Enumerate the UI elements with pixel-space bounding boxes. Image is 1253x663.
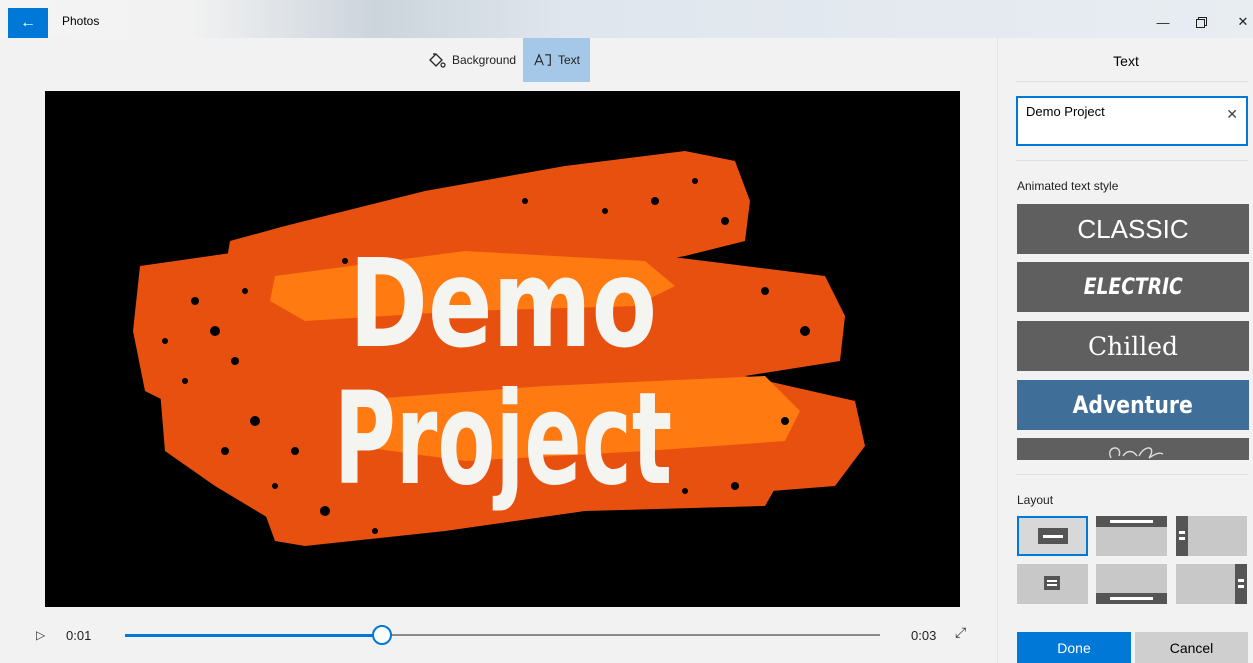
layout-line bbox=[1179, 531, 1185, 534]
layout-block bbox=[1044, 576, 1060, 590]
layout-right-bar[interactable] bbox=[1176, 564, 1247, 604]
text-button[interactable]: Text bbox=[523, 38, 590, 82]
layout-center-large[interactable] bbox=[1017, 516, 1088, 556]
restore-button[interactable] bbox=[1184, 10, 1218, 34]
end-time: 0:03 bbox=[911, 628, 937, 643]
layout-line bbox=[1047, 584, 1057, 586]
style-chilled-label: Chilled bbox=[1087, 331, 1178, 361]
layout-top-banner[interactable] bbox=[1096, 516, 1167, 556]
style-classic-label: CLASSIC bbox=[1077, 213, 1189, 244]
seek-thumb[interactable] bbox=[371, 625, 392, 645]
text-box-icon bbox=[534, 53, 551, 66]
layout-left-bar[interactable] bbox=[1176, 516, 1247, 556]
style-adventure-label: Adventure bbox=[1072, 391, 1194, 419]
layout-block bbox=[1176, 516, 1188, 556]
background-label: Background bbox=[452, 53, 517, 67]
layout-bottom-banner[interactable] bbox=[1096, 564, 1167, 604]
editor-area: Background Text Demo Project ▷ 0:01 0:03… bbox=[0, 38, 997, 663]
restore-icon bbox=[1195, 16, 1207, 28]
paint-bucket-icon bbox=[429, 53, 446, 68]
layout-line bbox=[1043, 535, 1063, 538]
app-title: Photos bbox=[62, 14, 100, 28]
layout-line bbox=[1238, 585, 1244, 588]
style-chilled[interactable]: Chilled bbox=[1017, 321, 1249, 371]
playback-bar: ▷ 0:01 0:03 ⤢ bbox=[0, 618, 997, 652]
close-icon: ✕ bbox=[1237, 14, 1249, 29]
minimize-icon: — bbox=[1156, 14, 1170, 30]
layout-line bbox=[1110, 520, 1153, 523]
minimize-button[interactable]: — bbox=[1146, 10, 1180, 34]
close-button[interactable]: ✕ bbox=[1226, 10, 1253, 34]
title-bar: ← Photos — ✕ bbox=[0, 0, 1253, 38]
background-button[interactable]: Background bbox=[416, 38, 526, 82]
seek-track[interactable] bbox=[125, 625, 880, 645]
divider bbox=[1016, 160, 1248, 161]
divider bbox=[1016, 474, 1248, 475]
back-button[interactable]: ← bbox=[8, 8, 48, 38]
title-text-field[interactable]: ✕ bbox=[1016, 96, 1248, 146]
panel-title: Text bbox=[1113, 53, 1139, 69]
title-card-graphic: Demo Project bbox=[133, 151, 865, 546]
preview-title-line1: Demo bbox=[349, 232, 657, 375]
style-script[interactable] bbox=[1017, 438, 1249, 460]
play-icon[interactable]: ▷ bbox=[36, 628, 45, 642]
layout-line bbox=[1179, 537, 1185, 540]
layout-label: Layout bbox=[1017, 493, 1054, 507]
layout-block bbox=[1235, 564, 1247, 604]
title-text-input[interactable] bbox=[1026, 104, 1216, 119]
expand-icon[interactable]: ⤢ bbox=[955, 624, 966, 641]
preview-title-line2: Project bbox=[334, 364, 672, 514]
cancel-button[interactable]: Cancel bbox=[1135, 632, 1248, 663]
styles-label: Animated text style bbox=[1017, 179, 1119, 193]
script-style-preview bbox=[1109, 447, 1164, 459]
done-button[interactable]: Done bbox=[1017, 632, 1131, 663]
text-panel: Text ✕ Animated text style CLASSIC ELECT… bbox=[997, 38, 1253, 663]
style-electric-label: ELECTRIC bbox=[1083, 274, 1183, 300]
style-classic[interactable]: CLASSIC bbox=[1017, 204, 1249, 254]
layout-line bbox=[1047, 580, 1057, 582]
back-arrow-icon: ← bbox=[20, 14, 36, 31]
layout-line bbox=[1110, 597, 1153, 600]
style-adventure[interactable]: Adventure bbox=[1017, 380, 1249, 430]
layout-line bbox=[1238, 579, 1244, 582]
style-electric[interactable]: ELECTRIC bbox=[1017, 262, 1249, 312]
video-preview: Demo Project bbox=[45, 91, 960, 607]
clear-icon[interactable]: ✕ bbox=[1226, 106, 1238, 123]
seek-progress bbox=[125, 633, 382, 637]
current-time: 0:01 bbox=[66, 628, 92, 643]
layout-center-small[interactable] bbox=[1017, 564, 1088, 604]
text-label: Text bbox=[557, 53, 580, 67]
divider bbox=[1016, 81, 1248, 82]
